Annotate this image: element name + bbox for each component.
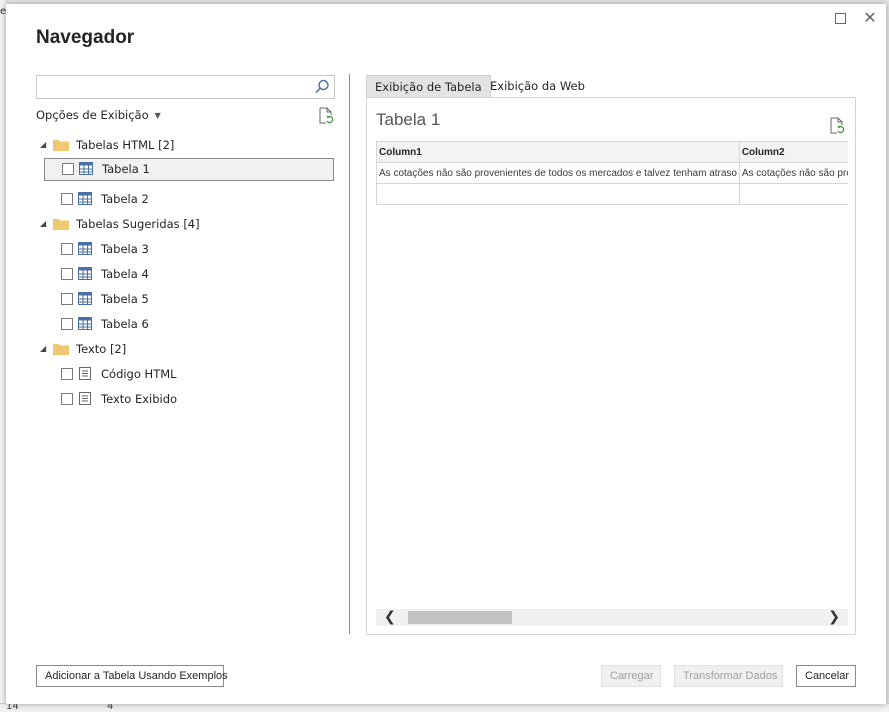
document-icon bbox=[79, 367, 91, 380]
table-icon bbox=[78, 292, 92, 305]
tree-item-tabela-6[interactable]: Tabela 6 bbox=[44, 313, 334, 335]
document-icon bbox=[79, 392, 91, 405]
table-cell[interactable]: As cotações não são provenientes bbox=[738, 162, 848, 184]
expand-arrow-icon[interactable]: ◢ bbox=[40, 134, 46, 156]
background-sheet-bottom: 14 4 bbox=[0, 701, 889, 712]
load-button[interactable]: Carregar bbox=[601, 665, 661, 687]
tree-item-label: Texto Exibido bbox=[101, 392, 178, 406]
tree-item-label: Tabela 3 bbox=[101, 242, 149, 256]
tree-item-texto-exibido[interactable]: Texto Exibido bbox=[44, 388, 334, 410]
expand-arrow-icon[interactable]: ◢ bbox=[40, 213, 46, 235]
checkbox[interactable] bbox=[61, 193, 73, 205]
display-options-label: Opções de Exibição bbox=[36, 108, 149, 122]
refresh-icon[interactable] bbox=[829, 117, 845, 134]
dialog-title: Navegador bbox=[36, 27, 135, 48]
checkbox[interactable] bbox=[61, 293, 73, 305]
tab-web-view[interactable]: Exibição da Web bbox=[482, 75, 593, 97]
checkbox[interactable] bbox=[62, 163, 74, 175]
preview-title: Tabela 1 bbox=[376, 110, 441, 129]
table-icon bbox=[78, 267, 92, 280]
navigator-dialog: ✕ Navegador Opções de Exibição ▼ ◢ Tabela… bbox=[6, 4, 886, 704]
checkbox[interactable] bbox=[61, 393, 73, 405]
maximize-icon bbox=[834, 13, 846, 24]
close-button[interactable]: ✕ bbox=[862, 10, 878, 26]
checkbox[interactable] bbox=[61, 243, 73, 255]
tree-item-codigo-html[interactable]: Código HTML bbox=[44, 363, 334, 385]
preview-pane: Tabela 1 Column1 Column2 As cotações não… bbox=[366, 97, 856, 635]
tree-item-label: Tabela 5 bbox=[101, 292, 149, 306]
checkbox[interactable] bbox=[61, 318, 73, 330]
table-row bbox=[376, 183, 848, 205]
table-icon bbox=[78, 242, 92, 255]
search-icon[interactable] bbox=[313, 78, 331, 96]
transform-data-button[interactable]: Transformar Dados bbox=[674, 665, 783, 687]
table-header-row: Column1 Column2 bbox=[376, 141, 848, 163]
table-cell[interactable]: As cotações não são provenientes de todo… bbox=[376, 162, 740, 184]
tree-item-tabela-1[interactable]: Tabela 1 bbox=[44, 158, 334, 181]
cancel-button[interactable]: Cancelar bbox=[796, 665, 856, 687]
tree-folder-label: Tabelas Sugeridas [4] bbox=[76, 217, 200, 231]
refresh-icon[interactable] bbox=[318, 107, 334, 124]
tree-folder-label: Texto [2] bbox=[76, 342, 127, 356]
table-row: As cotações não são provenientes de todo… bbox=[376, 162, 848, 184]
column-header[interactable]: Column2 bbox=[738, 141, 848, 163]
tree-item-tabela-4[interactable]: Tabela 4 bbox=[44, 263, 334, 285]
tree-item-tabela-5[interactable]: Tabela 5 bbox=[44, 288, 334, 310]
tree-item-tabela-2[interactable]: Tabela 2 bbox=[44, 188, 334, 210]
scroll-right-icon[interactable]: ❯ bbox=[828, 609, 840, 626]
table-cell[interactable] bbox=[738, 183, 848, 205]
tree-item-label: Código HTML bbox=[101, 367, 177, 381]
search-input[interactable] bbox=[36, 75, 335, 99]
horizontal-scrollbar[interactable]: ❮ ❯ bbox=[376, 609, 848, 626]
display-options-dropdown[interactable]: Opções de Exibição ▼ bbox=[36, 108, 161, 122]
folder-icon bbox=[53, 219, 69, 230]
close-icon: ✕ bbox=[863, 8, 877, 27]
folder-icon bbox=[53, 344, 69, 355]
tree-folder-label: Tabelas HTML [2] bbox=[76, 138, 175, 152]
tree-item-label: Tabela 1 bbox=[102, 162, 150, 176]
tree-item-label: Tabela 6 bbox=[101, 317, 149, 331]
preview-table: Column1 Column2 As cotações não são prov… bbox=[376, 141, 848, 205]
scrollbar-thumb[interactable] bbox=[408, 611, 512, 624]
caret-down-icon: ▼ bbox=[154, 111, 161, 120]
maximize-button[interactable] bbox=[832, 10, 848, 26]
scroll-left-icon[interactable]: ❮ bbox=[384, 609, 396, 626]
table-icon bbox=[78, 317, 92, 330]
tree-item-label: Tabela 2 bbox=[101, 192, 149, 206]
pane-splitter[interactable] bbox=[349, 74, 350, 634]
checkbox[interactable] bbox=[61, 368, 73, 380]
table-icon bbox=[78, 192, 92, 205]
expand-arrow-icon[interactable]: ◢ bbox=[40, 338, 46, 360]
table-icon bbox=[79, 162, 93, 175]
column-header[interactable]: Column1 bbox=[376, 141, 740, 163]
checkbox[interactable] bbox=[61, 268, 73, 280]
tree-item-tabela-3[interactable]: Tabela 3 bbox=[44, 238, 334, 260]
add-table-using-examples-button[interactable]: Adicionar a Tabela Usando Exemplos bbox=[36, 665, 228, 687]
tab-table-view[interactable]: Exibição de Tabela bbox=[366, 75, 491, 98]
tree-item-label: Tabela 4 bbox=[101, 267, 149, 281]
folder-icon bbox=[53, 140, 69, 151]
table-cell[interactable] bbox=[376, 183, 740, 205]
